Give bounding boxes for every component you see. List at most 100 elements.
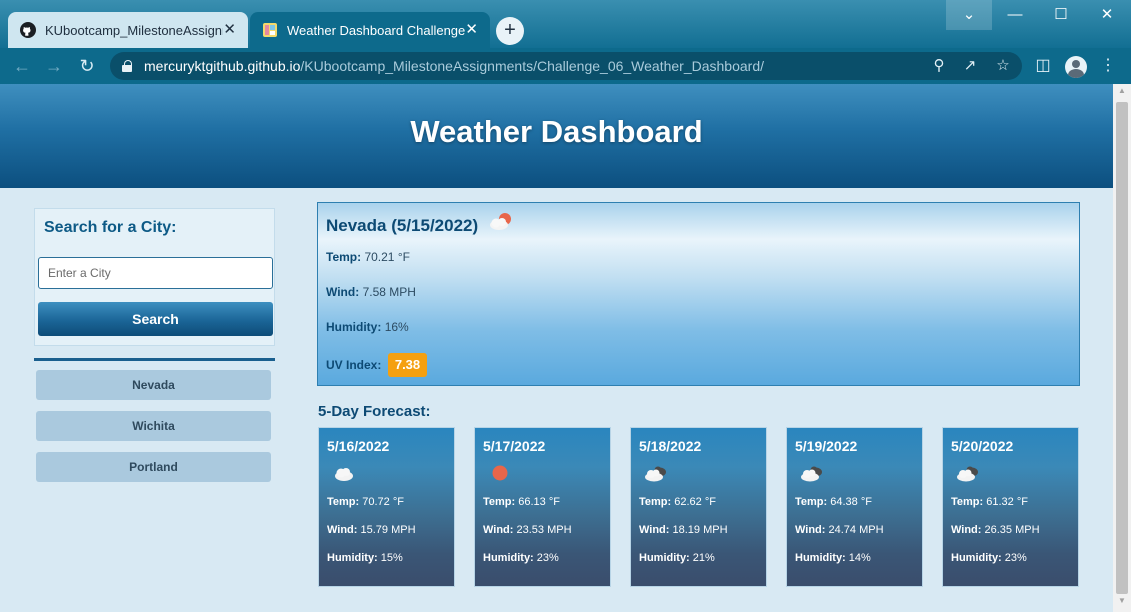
forecast-humidity: Humidity: 14% — [795, 552, 871, 564]
humidity-label: Humidity: — [483, 552, 534, 564]
forecast-humidity: Humidity: 23% — [951, 552, 1027, 564]
profile-avatar-icon[interactable] — [1065, 56, 1087, 78]
bookmark-star-icon[interactable]: ☆ — [992, 56, 1014, 76]
history-button-portland[interactable]: Portland — [36, 452, 271, 482]
current-humidity: Humidity: 16% — [326, 320, 409, 334]
humidity-label: Humidity: — [795, 552, 846, 564]
wind-label: Wind: — [639, 524, 670, 536]
current-weather-card: Nevada (5/15/2022) Temp: 70.21 °F Wind: … — [317, 202, 1080, 386]
tab-title: Weather Dashboard Challenge - — [287, 22, 465, 38]
forecast-wind: Wind: 15.79 MPH — [327, 524, 416, 536]
search-panel: Search for a City: Search — [34, 208, 275, 346]
forecast-card: 5/17/2022 Temp: 66.13 °F Wind: 23.53 MPH Hu… — [474, 427, 611, 587]
current-temp: Temp: 70.21 °F — [326, 250, 410, 264]
wind-label: Wind: — [951, 524, 982, 536]
tab-search-icon[interactable]: ⌄ — [946, 0, 992, 30]
menu-icon[interactable]: ⋮ — [1094, 52, 1122, 80]
forecast-date: 5/19/2022 — [795, 438, 858, 454]
forecast-card: 5/16/2022 Temp: 70.72 °F Wind: 15.79 MPH Hu… — [318, 427, 455, 587]
scroll-down-arrow-icon[interactable]: ▼ — [1113, 596, 1131, 610]
cloud-dark-icon — [801, 466, 822, 482]
url-path: /KUbootcamp_MilestoneAssignments/Challen… — [300, 58, 764, 74]
tab-kubootcamp[interactable]: KUbootcamp_MilestoneAssignments ✕ — [8, 12, 248, 48]
forecast-date: 5/18/2022 — [639, 438, 702, 454]
humidity-value: 15% — [380, 552, 403, 564]
humidity-value: 23% — [1004, 552, 1027, 564]
forecast-temp: Temp: 61.32 °F — [951, 496, 1028, 508]
forecast-humidity: Humidity: 15% — [327, 552, 403, 564]
forecast-temp: Temp: 62.62 °F — [639, 496, 716, 508]
address-bar[interactable]: mercuryktgithub.github.io/KUbootcamp_Mil… — [110, 52, 1022, 80]
temp-label: Temp: — [327, 496, 360, 508]
temp-label: Temp: — [639, 496, 672, 508]
forecast-humidity: Humidity: 21% — [639, 552, 715, 564]
vertical-scrollbar[interactable]: ▲ ▼ — [1113, 84, 1131, 612]
forecast-temp: Temp: 70.72 °F — [327, 496, 404, 508]
url-host: mercuryktgithub.github.io — [144, 58, 301, 74]
humidity-label: Humidity: — [326, 320, 382, 334]
current-wind: Wind: 7.58 MPH — [326, 285, 416, 299]
tab-title: KUbootcamp_MilestoneAssignments — [45, 22, 223, 38]
forward-icon[interactable]: → — [40, 52, 68, 80]
lock-icon — [122, 60, 132, 72]
wind-value: 7.58 MPH — [362, 285, 416, 299]
close-window-button[interactable]: ✕ — [1084, 0, 1130, 30]
wind-label: Wind: — [795, 524, 826, 536]
page-header: Weather Dashboard — [0, 84, 1113, 188]
humidity-value: 16% — [384, 320, 409, 334]
wind-value: 26.35 MPH — [984, 524, 1040, 536]
uv-index-badge: 7.38 — [388, 353, 427, 377]
forecast-humidity: Humidity: 23% — [483, 552, 559, 564]
humidity-label: Humidity: — [639, 552, 690, 564]
browser-toolbar: ← → ↻ mercuryktgithub.github.io/KUbootca… — [0, 48, 1131, 84]
temp-value: 66.13 °F — [518, 496, 560, 508]
wind-label: Wind: — [327, 524, 358, 536]
partly-cloudy-day-icon — [490, 213, 511, 230]
search-heading: Search for a City: — [44, 219, 177, 236]
humidity-value: 14% — [848, 552, 871, 564]
current-city-title: Nevada (5/15/2022) — [326, 216, 479, 235]
favicon-icon — [263, 23, 277, 37]
forecast-card: 5/18/2022 Temp: 62.62 °F Wind: 18.19 MPH Hu… — [630, 427, 767, 587]
scroll-thumb[interactable] — [1116, 102, 1128, 594]
humidity-value: 21% — [692, 552, 715, 564]
forecast-wind: Wind: 18.19 MPH — [639, 524, 728, 536]
github-icon — [20, 22, 36, 38]
scroll-up-arrow-icon[interactable]: ▲ — [1113, 86, 1131, 100]
temp-value: 70.72 °F — [362, 496, 404, 508]
wind-value: 15.79 MPH — [360, 524, 416, 536]
maximize-button[interactable]: ☐ — [1038, 0, 1084, 30]
humidity-label: Humidity: — [327, 552, 378, 564]
url-text: mercuryktgithub.github.io/KUbootcamp_Mil… — [144, 58, 764, 74]
humidity-label: Humidity: — [951, 552, 1002, 564]
humidity-value: 23% — [536, 552, 559, 564]
city-search-input[interactable] — [38, 257, 273, 289]
forecast-heading: 5-Day Forecast: — [318, 403, 431, 420]
history-button-wichita[interactable]: Wichita — [36, 411, 271, 441]
temp-label: Temp: — [483, 496, 516, 508]
temp-value: 64.38 °F — [830, 496, 872, 508]
wind-value: 23.53 MPH — [516, 524, 572, 536]
tab-close-icon[interactable]: ✕ — [465, 21, 478, 39]
forecast-wind: Wind: 24.74 MPH — [795, 524, 884, 536]
side-panel-icon[interactable]: ◫ — [1029, 52, 1057, 80]
temp-value: 61.32 °F — [986, 496, 1028, 508]
history-button-nevada[interactable]: Nevada — [36, 370, 271, 400]
tab-strip: KUbootcamp_MilestoneAssignments ✕ Weathe… — [0, 0, 1131, 48]
temp-label: Temp: — [326, 250, 362, 264]
tab-close-icon[interactable]: ✕ — [223, 21, 236, 39]
forecast-temp: Temp: 66.13 °F — [483, 496, 560, 508]
tab-weather-dashboard[interactable]: Weather Dashboard Challenge - ✕ — [250, 12, 490, 48]
reload-icon[interactable]: ↻ — [73, 52, 101, 80]
share-icon[interactable]: ↗ — [959, 56, 981, 76]
zoom-icon[interactable]: ⚲ — [928, 56, 950, 76]
search-button[interactable]: Search — [38, 302, 273, 336]
browser-chrome: KUbootcamp_MilestoneAssignments ✕ Weathe… — [0, 0, 1131, 84]
forecast-wind: Wind: 23.53 MPH — [483, 524, 572, 536]
search-history: Nevada Wichita Portland — [34, 370, 275, 493]
new-tab-button[interactable]: + — [496, 17, 524, 45]
forecast-wind: Wind: 26.35 MPH — [951, 524, 1040, 536]
back-icon[interactable]: ← — [8, 52, 36, 80]
minimize-button[interactable]: — — [992, 0, 1038, 30]
page-title: Weather Dashboard — [410, 114, 703, 149]
